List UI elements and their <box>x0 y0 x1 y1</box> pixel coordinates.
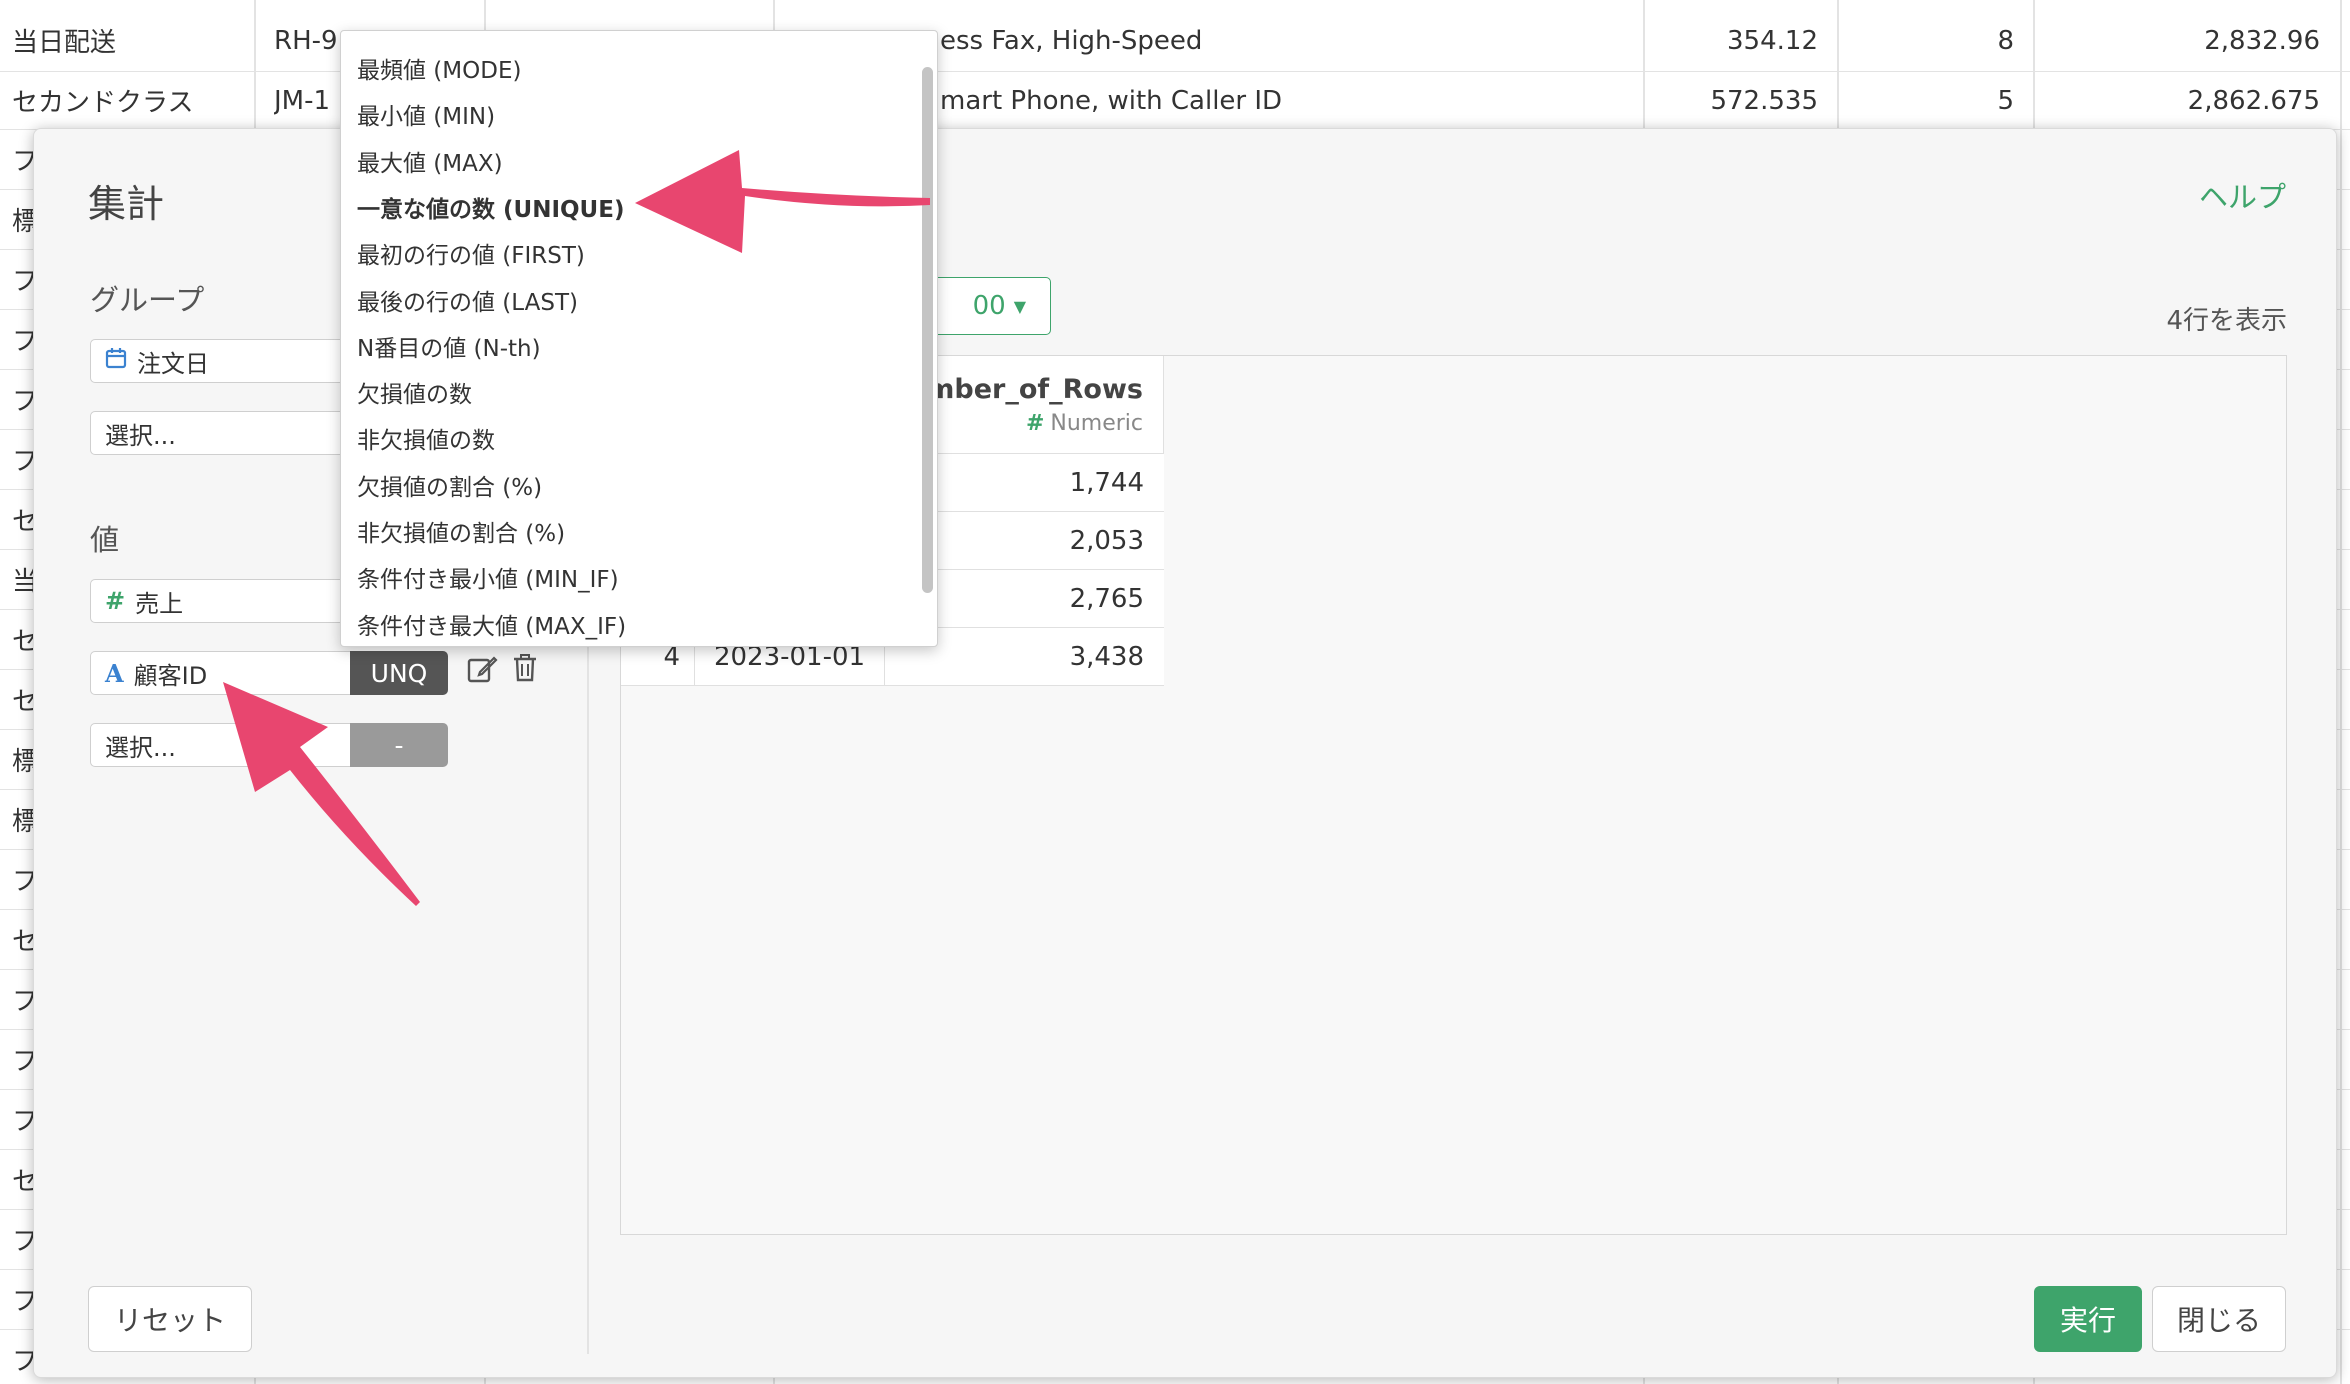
aggregation-function-menu: 最頻値 (MODE) 最小値 (MIN) 最大値 (MAX) 一意な値の数 (UNIQ… <box>340 30 938 647</box>
menu-item[interactable]: 最後の行の値 (LAST) <box>357 283 578 317</box>
group-select-placeholder: 選択... <box>105 421 176 450</box>
cell-code: RH-9 <box>274 25 338 56</box>
menu-item[interactable]: 欠損値の割合 (%) <box>357 468 542 502</box>
row-value: 2,765 <box>1069 583 1144 614</box>
menu-item[interactable]: 最初の行の値 (FIRST) <box>357 236 585 270</box>
edit-icon[interactable] <box>466 653 498 692</box>
value-field-customer-id[interactable]: A 顧客ID <box>90 651 352 695</box>
aggregation-select-button[interactable]: UNQ <box>350 651 448 695</box>
cell-code: JM-1 <box>274 85 331 116</box>
cell-shipping: 当日配送 <box>12 28 117 58</box>
cell-total: 2,832.96 <box>2204 25 2320 56</box>
column-type: # Numeric <box>1025 411 1143 436</box>
cell-price: 572.535 <box>1710 85 1818 116</box>
menu-item[interactable]: 一意な値の数 (UNIQUE) <box>357 190 624 224</box>
cell-total: 2,862.675 <box>2187 85 2320 116</box>
menu-item[interactable]: N番目の値 (N-th) <box>357 329 541 363</box>
calendar-icon <box>105 347 127 375</box>
cell-shipping: セカンドクラス <box>12 88 194 118</box>
aggregation-select-button-empty[interactable]: - <box>350 723 448 767</box>
cell-product: mart Phone, with Caller ID <box>940 85 1283 116</box>
value-field-label: 顧客ID <box>133 661 208 690</box>
value-select-placeholder: 選択... <box>105 733 176 762</box>
menu-item[interactable]: 最頻値 (MODE) <box>357 51 521 85</box>
menu-item[interactable]: 最大値 (MAX) <box>357 144 503 178</box>
group-select[interactable]: 選択... <box>90 411 380 455</box>
menu-item[interactable]: 非欠損値の数 <box>357 421 495 455</box>
numeric-icon: # <box>105 587 126 615</box>
cell-product: ess Fax, High-Speed <box>940 25 1203 56</box>
group-field-order-date[interactable]: 注文日 <box>90 339 380 383</box>
caret-down-icon: ▼ <box>1013 296 1026 316</box>
value-field-label: 売上 <box>135 589 184 618</box>
group-label: グループ <box>90 283 205 317</box>
value-label: 値 <box>90 523 120 557</box>
cell-qty: 5 <box>1997 85 2014 116</box>
menu-scrollbar[interactable] <box>922 67 933 593</box>
menu-item[interactable]: 最小値 (MIN) <box>357 97 495 131</box>
row-value: 3,438 <box>1069 641 1144 672</box>
row-limit-value: 00 <box>972 291 1006 321</box>
close-button[interactable]: 閉じる <box>2152 1286 2286 1352</box>
value-select[interactable]: 選択... <box>90 723 352 767</box>
help-link[interactable]: ヘルプ <box>2199 174 2286 216</box>
group-field-label: 注文日 <box>137 349 209 378</box>
rows-shown-count: 4行を表示 <box>2166 306 2287 336</box>
row-value: 2,053 <box>1069 525 1144 556</box>
dialog-title: 集計 <box>88 182 165 226</box>
menu-item[interactable]: 非欠損値の割合 (%) <box>357 514 565 548</box>
run-button[interactable]: 実行 <box>2034 1286 2142 1352</box>
cell-price: 354.12 <box>1727 25 1818 56</box>
numeric-icon: # <box>1025 411 1045 436</box>
text-type-icon: A <box>105 658 124 688</box>
row-value: 1,744 <box>1069 467 1144 498</box>
cell-qty: 8 <box>1997 25 2014 56</box>
menu-item[interactable]: 欠損値の数 <box>357 375 472 409</box>
menu-item[interactable]: 条件付き最大値 (MAX_IF) <box>357 607 626 641</box>
trash-icon[interactable] <box>512 653 538 690</box>
reset-button[interactable]: リセット <box>88 1286 252 1352</box>
column-name: umber_of_Rows <box>907 374 1143 405</box>
value-field-sales[interactable]: # 売上 <box>90 579 380 623</box>
menu-item[interactable]: 条件付き最小値 (MIN_IF) <box>357 560 619 594</box>
